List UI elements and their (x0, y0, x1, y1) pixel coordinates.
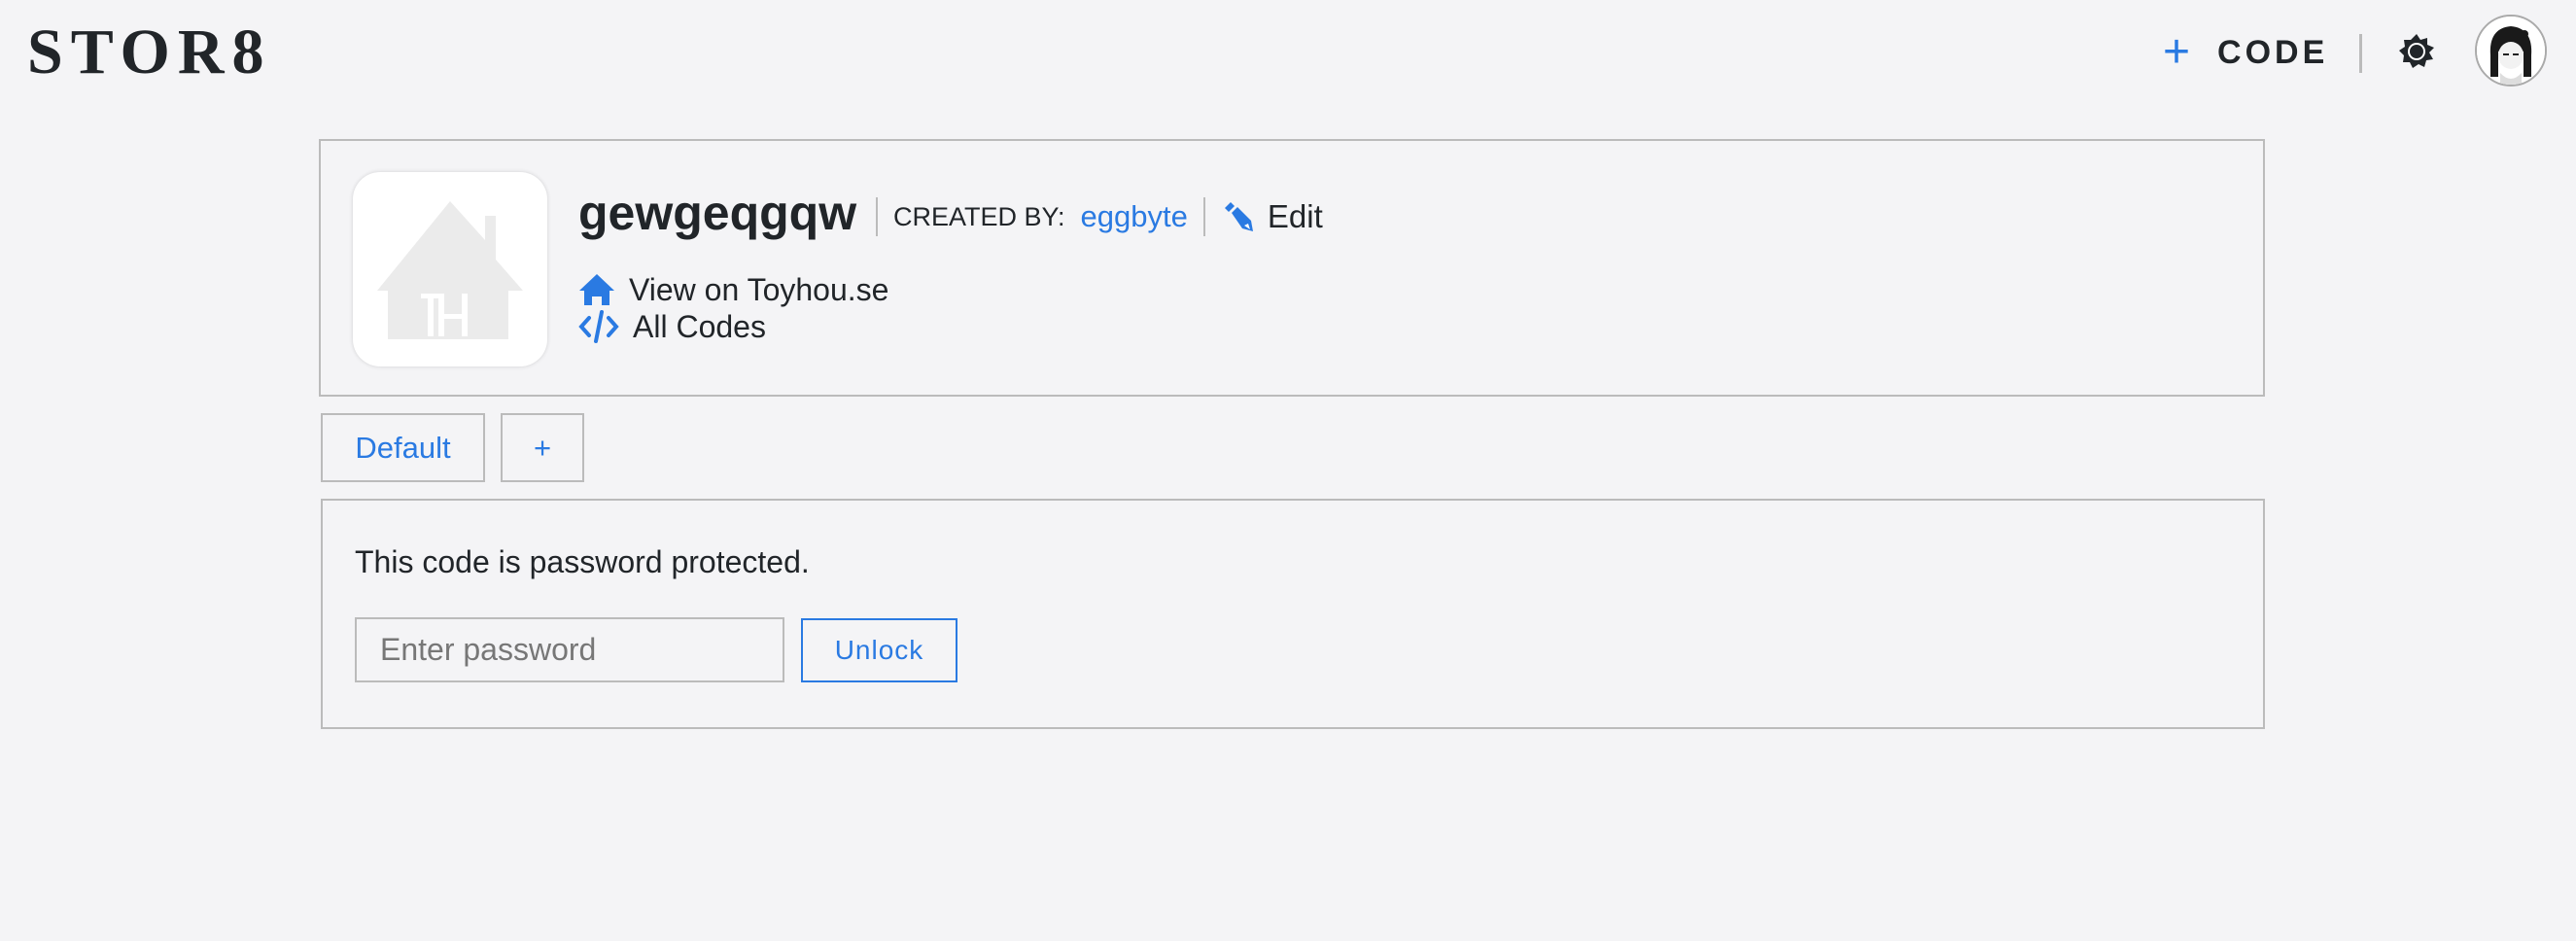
edit-button[interactable]: Edit (1221, 198, 1323, 235)
view-on-toyhouse-label: View on Toyhou.se (629, 271, 889, 307)
code-icon (578, 310, 619, 343)
code-links: View on Toyhou.se All Codes (578, 271, 888, 345)
password-panel: This code is password protected. Unlock (321, 499, 2265, 729)
avatar-image (2477, 17, 2545, 85)
add-tab-button[interactable]: + (501, 413, 584, 482)
created-by-label: CREATED BY: (893, 201, 1065, 231)
plus-icon: + (2163, 26, 2191, 78)
site-logo[interactable]: STOR8 (27, 17, 272, 87)
meta-divider (1202, 197, 1205, 236)
password-input[interactable] (355, 617, 784, 682)
edit-label: Edit (1267, 198, 1323, 234)
header-divider (2359, 34, 2362, 73)
all-codes-link[interactable]: All Codes (578, 308, 888, 345)
code-header-card: gewgeqgqw CREATED BY: eggbyte Edit View … (319, 139, 2265, 397)
toyhouse-house-icon (377, 201, 523, 339)
pencil-icon (1224, 202, 1253, 231)
meta-divider (876, 197, 878, 236)
home-icon (579, 274, 614, 305)
tab-default[interactable]: Default (321, 413, 485, 482)
code-thumbnail (353, 172, 547, 366)
code-title: gewgeqgqw (578, 186, 857, 240)
author-link[interactable]: eggbyte (1081, 199, 1188, 234)
password-protected-message: This code is password protected. (355, 544, 810, 579)
all-codes-label: All Codes (633, 308, 766, 344)
gear-icon (2399, 34, 2434, 68)
add-code-label: CODE (2217, 33, 2329, 71)
unlock-button[interactable]: Unlock (801, 618, 957, 682)
code-meta: CREATED BY: eggbyte Edit (860, 197, 1323, 236)
theme-toggle-button[interactable] (2397, 32, 2436, 71)
view-on-toyhouse-link[interactable]: View on Toyhou.se (578, 271, 888, 308)
user-avatar[interactable] (2475, 15, 2547, 87)
add-code-button[interactable]: + CODE (2163, 29, 2328, 76)
